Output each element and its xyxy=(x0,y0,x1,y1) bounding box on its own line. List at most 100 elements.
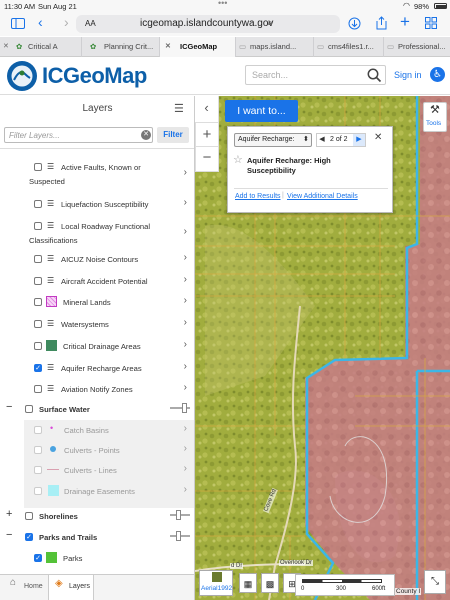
tools-button[interactable]: ⚒︎ Tools xyxy=(423,102,447,132)
layer-row-aviation-notify[interactable]: ☰ Aviation Notify Zones › xyxy=(0,381,194,399)
chevron-right-icon[interactable]: › xyxy=(184,361,187,372)
overview-map-icon[interactable]: ▦ xyxy=(239,573,257,593)
view-details-link[interactable]: View Additional Details xyxy=(287,193,358,200)
layer-checkbox[interactable] xyxy=(34,277,42,285)
layer-checkbox[interactable] xyxy=(34,200,42,208)
chevron-right-icon[interactable]: › xyxy=(184,226,187,237)
search-input[interactable]: Search... xyxy=(252,70,288,80)
collapse-panel-chevron-left-icon[interactable]: ‹ xyxy=(195,96,219,122)
chevron-right-icon[interactable]: › xyxy=(184,317,187,328)
layer-checkbox[interactable] xyxy=(34,255,42,263)
opacity-slider-handle[interactable] xyxy=(176,531,181,541)
map-view[interactable]: ‹ + − I want to... ⚒︎ Tools Aquifer Rech… xyxy=(195,96,450,600)
tab-cms4files[interactable]: ▭ cms4files1.r... xyxy=(314,37,384,57)
address-bar[interactable]: AA icgeomap.islandcountywa.gov 🔒︎ xyxy=(76,15,340,33)
opacity-slider[interactable] xyxy=(170,407,190,409)
tab-professional[interactable]: ▭ Professional... xyxy=(384,37,450,57)
close-popup-icon[interactable]: ✕ xyxy=(374,132,382,143)
chevron-right-icon[interactable]: › xyxy=(184,484,187,495)
zoom-in-button[interactable]: + xyxy=(196,123,218,147)
previous-result-icon[interactable]: ◀ xyxy=(317,134,327,146)
new-tab-icon[interactable]: + xyxy=(400,12,410,32)
i-want-to-button[interactable]: I want to... xyxy=(225,100,298,122)
multitask-dots-icon[interactable]: ••• xyxy=(218,0,227,8)
chevron-right-icon[interactable]: › xyxy=(184,423,187,434)
basemap-switcher[interactable]: Aerial1992 xyxy=(199,570,233,596)
group-checkbox[interactable] xyxy=(25,405,33,413)
layer-checkbox[interactable] xyxy=(34,298,42,306)
tab-planning[interactable]: ✿ Planning Crit... xyxy=(82,37,160,57)
opacity-slider-handle[interactable] xyxy=(182,403,187,413)
layer-row-liquefaction[interactable]: ☰ Liquefaction Susceptibility › xyxy=(0,196,194,214)
layer-checkbox[interactable] xyxy=(34,320,42,328)
nav-home-tab[interactable]: ⌂ Home xyxy=(0,575,46,600)
tab-icgeomap[interactable]: ✕ ICGeoMap xyxy=(160,37,236,57)
layer-row-aicuz[interactable]: ☰ AICUZ Noise Contours › xyxy=(0,251,194,269)
nav-layers-tab[interactable]: ◈ Layers xyxy=(48,575,94,600)
search-box[interactable]: Search... xyxy=(245,65,386,85)
expand-map-icon[interactable]: ⤡ xyxy=(424,570,446,594)
layer-checkbox[interactable] xyxy=(34,446,42,454)
group-checkbox[interactable] xyxy=(25,512,33,520)
layer-checkbox-checked[interactable]: ✓ xyxy=(34,364,42,372)
layer-row-catch-basins[interactable]: • Catch Basins › xyxy=(24,422,194,440)
forward-icon[interactable]: › xyxy=(64,14,69,30)
layer-row-culverts-lines[interactable]: Culverts - Lines › xyxy=(24,462,194,480)
sign-in-link[interactable]: Sign in xyxy=(394,70,422,80)
layer-checkbox[interactable] xyxy=(34,487,42,495)
layer-row-mineral-lands[interactable]: Mineral Lands › xyxy=(0,294,194,312)
close-tab-icon[interactable]: ✕ xyxy=(3,37,9,57)
download-icon[interactable] xyxy=(348,17,361,30)
layer-row-critical-drainage[interactable]: Critical Drainage Areas › xyxy=(0,338,194,356)
group-checkbox-checked[interactable]: ✓ xyxy=(25,533,33,541)
group-surface-water[interactable]: − Surface Water xyxy=(0,401,194,419)
chevron-right-icon[interactable]: › xyxy=(184,443,187,454)
layer-row-drainage-easements[interactable]: Drainage Easements › xyxy=(24,483,194,501)
chevron-right-icon[interactable]: › xyxy=(184,252,187,263)
layer-row-culverts-points[interactable]: Culverts - Points › xyxy=(24,442,194,460)
filter-layers-field[interactable]: Filter Layers... ✕ xyxy=(4,127,153,143)
layer-checkbox[interactable] xyxy=(34,163,42,171)
layer-checkbox[interactable] xyxy=(34,385,42,393)
panel-menu-icon[interactable]: ☰ xyxy=(174,102,184,115)
filter-layers-input[interactable]: Filter Layers... xyxy=(9,131,60,140)
close-tab-icon[interactable]: ✕ xyxy=(165,37,171,57)
chevron-right-icon[interactable]: › xyxy=(184,382,187,393)
chevron-right-icon[interactable]: › xyxy=(184,197,187,208)
tab-overview-icon[interactable] xyxy=(425,17,437,29)
clear-filter-icon[interactable]: ✕ xyxy=(141,130,151,140)
layer-select[interactable]: Aquifer Recharge: ⬍ xyxy=(234,133,312,147)
qr-code-icon[interactable]: ▩ xyxy=(261,573,279,593)
collapse-icon[interactable]: − xyxy=(6,401,12,413)
layer-row-watersystems[interactable]: ☰ Watersystems › xyxy=(0,316,194,334)
group-shorelines[interactable]: + Shorelines xyxy=(0,508,194,526)
layer-checkbox[interactable] xyxy=(34,342,42,350)
tab-maps-island[interactable]: ▭ maps.island... xyxy=(236,37,314,57)
layer-row-local-roadway[interactable]: ☰ Local Roadway Functional Classificatio… xyxy=(0,218,194,248)
add-to-results-link[interactable]: Add to Results xyxy=(235,193,281,200)
chevron-right-icon[interactable]: › xyxy=(184,339,187,350)
layer-checkbox-checked[interactable]: ✓ xyxy=(34,554,42,562)
favorite-star-icon[interactable]: ☆ xyxy=(233,153,243,166)
sidebar-toggle-icon[interactable] xyxy=(11,18,25,29)
chevron-right-icon[interactable]: › xyxy=(184,167,187,178)
reader-aa-button[interactable]: AA xyxy=(85,19,96,28)
layer-row-aircraft-accident[interactable]: ☰ Aircraft Accident Potential › xyxy=(0,273,194,291)
back-icon[interactable]: ‹ xyxy=(38,14,43,30)
accessibility-icon[interactable]: ♿︎ xyxy=(430,67,445,82)
search-icon[interactable] xyxy=(367,68,382,83)
share-icon[interactable] xyxy=(376,16,387,30)
opacity-slider-handle[interactable] xyxy=(176,510,181,520)
group-parks-trails[interactable]: − ✓ Parks and Trails xyxy=(0,529,194,547)
collapse-icon[interactable]: − xyxy=(6,529,12,541)
layer-checkbox[interactable] xyxy=(34,426,42,434)
zoom-out-button[interactable]: − xyxy=(196,147,218,171)
expand-icon[interactable]: + xyxy=(6,508,12,520)
chevron-right-icon[interactable]: › xyxy=(184,274,187,285)
next-result-icon[interactable]: ▶ xyxy=(353,134,365,146)
chevron-right-icon[interactable]: › xyxy=(184,295,187,306)
layer-checkbox[interactable] xyxy=(34,222,42,230)
layer-checkbox[interactable] xyxy=(34,466,42,474)
layer-row-parks[interactable]: ✓ Parks xyxy=(0,550,194,568)
layer-row-aquifer-recharge[interactable]: ✓ ☰ Aquifer Recharge Areas › xyxy=(0,360,194,378)
